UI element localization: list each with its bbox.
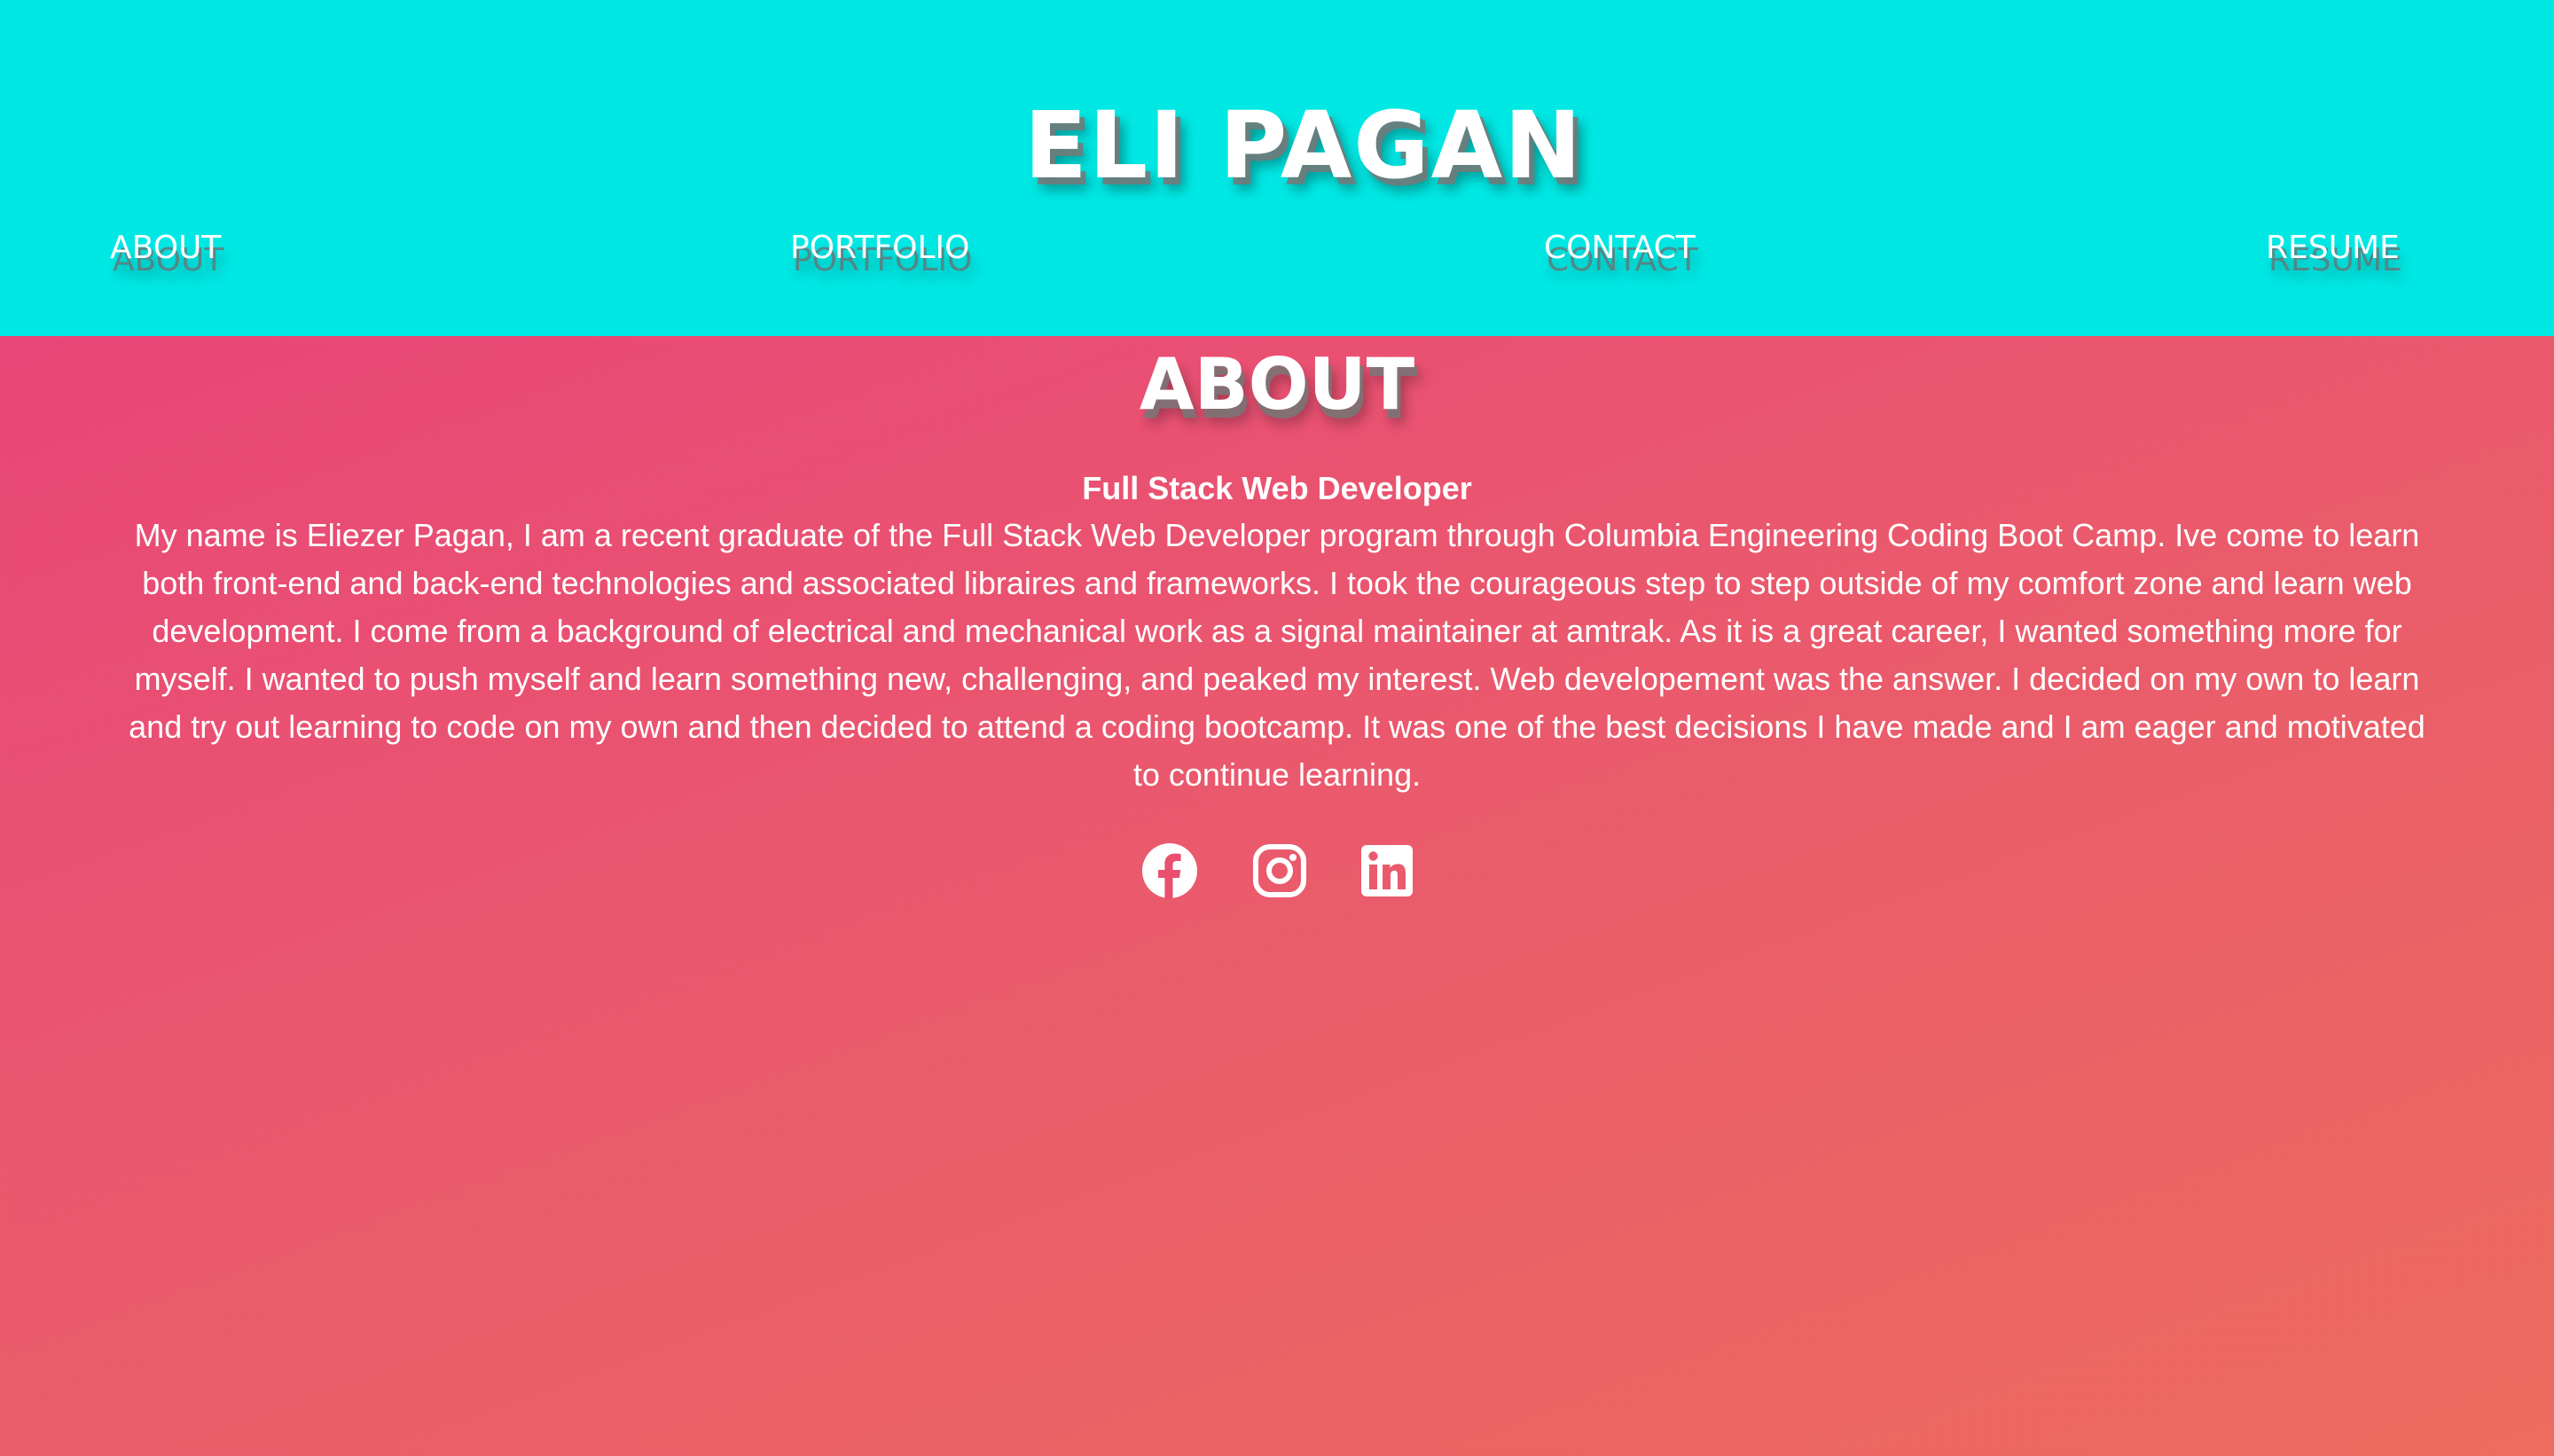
social-links xyxy=(0,842,2554,904)
instagram-link[interactable] xyxy=(1251,842,1308,899)
nav-resume-link[interactable]: RESUME xyxy=(2266,225,2400,271)
instagram-icon xyxy=(1251,842,1308,899)
linkedin-icon xyxy=(1359,842,1415,899)
site-title: ELI PAGAN xyxy=(1023,91,1584,200)
facebook-link[interactable] xyxy=(1141,842,1198,899)
site-header: ELI PAGAN ABOUT PORTFOLIO CONTACT RESUME xyxy=(0,0,2554,336)
about-heading: ABOUT xyxy=(1139,343,1415,426)
nav-about-link[interactable]: ABOUT xyxy=(110,225,221,271)
linkedin-link[interactable] xyxy=(1359,842,1415,899)
main-nav: ABOUT PORTFOLIO CONTACT RESUME xyxy=(0,225,2554,278)
bio-paragraph: My name is Eliezer Pagan, I am a recent … xyxy=(129,517,2425,793)
job-title: Full Stack Web Developer xyxy=(1082,470,1472,506)
nav-contact-link[interactable]: CONTACT xyxy=(1544,225,1696,271)
nav-portfolio-link[interactable]: PORTFOLIO xyxy=(790,225,969,271)
facebook-icon xyxy=(1141,842,1198,899)
